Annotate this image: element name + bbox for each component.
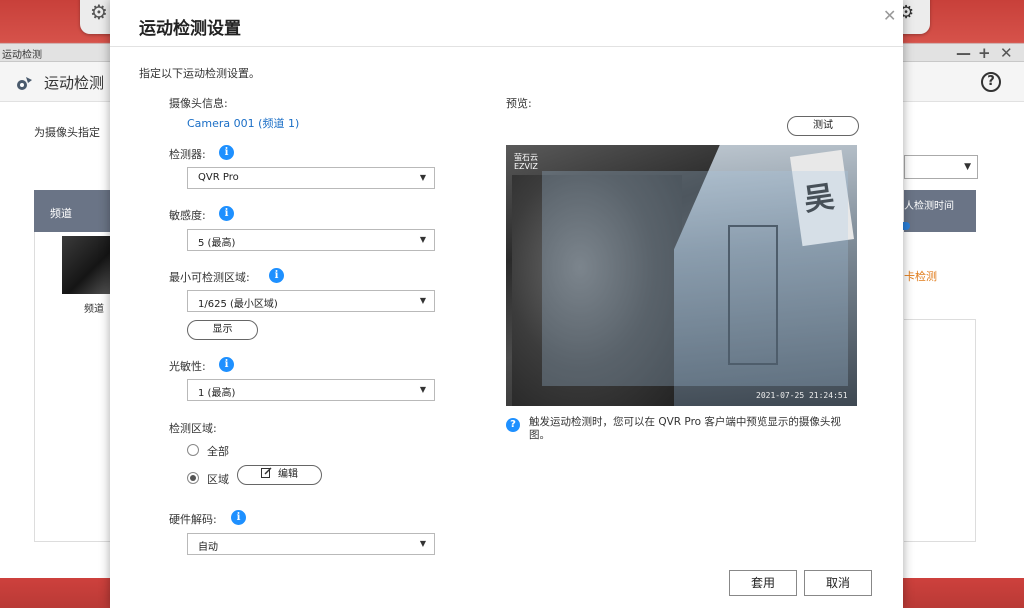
info-icon[interactable]: i [219,145,234,160]
min-area-value: 1/625 (最小区域) [198,295,278,310]
brand-line-2: EZVIZ [514,162,538,171]
preview-hint: 触发运动检测时，您可以在 QVR Pro 客户端中预览显示的摄像头视图。 [529,416,859,442]
motion-settings-dialog: 运动检测设置 ✕ 指定以下运动检测设置。 摄像头信息: Camera 001 (… [110,0,903,608]
channel-column-header: 频道 [34,190,110,232]
chevron-down-icon: ▼ [420,296,426,305]
divider [110,46,903,47]
thumbnail-label: 频道 [84,300,104,315]
preview-label: 预览: [506,95,532,111]
dialog-intro: 指定以下运动检测设置。 [139,65,260,81]
info-icon[interactable]: i [269,268,284,283]
sensitivity-label: 敏感度: [169,207,206,223]
close-button[interactable]: ✕ [1000,44,1013,62]
apply-button[interactable]: 套用 [729,570,797,596]
edit-button-label: 编辑 [278,469,298,480]
table-body [904,320,976,542]
edit-icon [261,467,272,478]
chevron-down-icon: ▼ [420,173,426,182]
camera-thumbnail[interactable] [62,236,110,294]
background-description: 为摄像头指定 [34,124,100,140]
info-icon[interactable]: i [219,206,234,221]
radio-all[interactable] [187,444,199,456]
detection-zone-overlay [542,171,848,386]
minimize-button[interactable]: — [956,44,971,62]
close-icon[interactable]: ✕ [883,6,896,25]
sensitivity-select[interactable]: 5 (最高) ▼ [187,229,435,251]
sensitivity-value: 5 (最高) [198,234,235,249]
detection-link[interactable]: 卡检测 [904,268,937,284]
detection-time-column-header: 人检测时间 [904,190,976,232]
background-select[interactable]: ▼ [904,155,978,179]
info-icon[interactable]: i [231,510,246,525]
camera-info-label: 摄像头信息: [169,95,228,111]
light-sensitivity-label: 光敏性: [169,358,206,374]
hw-decoding-value: 自动 [198,538,218,553]
test-button[interactable]: 测试 [787,116,859,136]
window-title: 运动检测 [2,46,42,61]
cancel-button[interactable]: 取消 [804,570,872,596]
dialog-title: 运动检测设置 [139,14,241,39]
radio-region[interactable] [187,472,199,484]
motion-detection-icon [16,74,34,92]
detector-select[interactable]: QVR Pro ▼ [187,167,435,189]
detector-value: QVR Pro [198,172,239,183]
preview-timestamp: 2021-07-25 21:24:51 [756,391,848,400]
min-area-label: 最小可检测区域: [169,269,250,285]
question-icon: ? [506,418,520,432]
camera-preview: 吴 萤石云 EZVIZ 2021-07-25 21:24:51 [506,145,857,406]
help-icon[interactable]: ? [981,72,1001,92]
camera-name-link[interactable]: Camera 001 (频道 1) [187,115,299,131]
show-area-button[interactable]: 显示 [187,320,258,340]
light-sensitivity-select[interactable]: 1 (最高) ▼ [187,379,435,401]
maximize-button[interactable]: + [978,44,991,62]
chevron-down-icon: ▼ [420,235,426,244]
app-name: 运动检测 [44,72,104,93]
camera-brand-watermark: 萤石云 EZVIZ [514,153,538,171]
hw-decoding-label: 硬件解码: [169,511,217,527]
light-sensitivity-value: 1 (最高) [198,384,235,399]
radio-all-label: 全部 [207,443,229,459]
info-icon[interactable]: i [219,357,234,372]
brand-line-1: 萤石云 [514,153,538,162]
detection-time-header-label: 人检测时间 [904,197,954,212]
hw-decoding-select[interactable]: 自动 ▼ [187,533,435,555]
detector-label: 检测器: [169,146,206,162]
chevron-down-icon: ▼ [420,385,426,394]
channel-header-label: 频道 [50,205,72,221]
min-area-select[interactable]: 1/625 (最小区域) ▼ [187,290,435,312]
gear-icon[interactable]: ⚙ [90,0,108,24]
chevron-down-icon: ▼ [420,539,426,548]
detection-area-label: 检测区域: [169,420,217,436]
edit-area-button[interactable]: 编辑 [237,465,322,485]
radio-region-label: 区域 [207,471,229,487]
chevron-down-icon: ▼ [964,162,971,172]
